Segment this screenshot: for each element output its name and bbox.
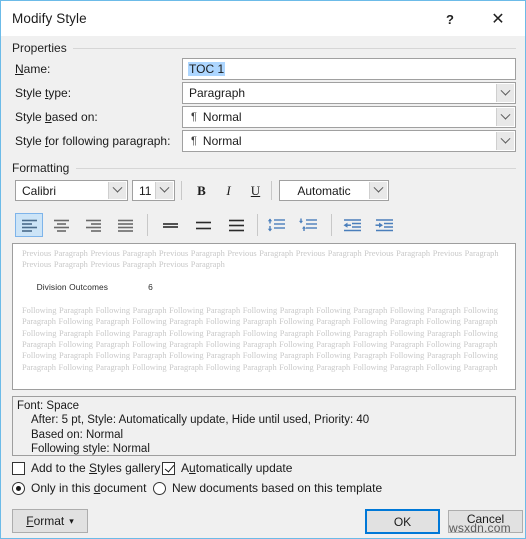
line-spacing-single-button[interactable]: [156, 213, 184, 237]
pilcrow-icon: ¶: [191, 135, 197, 147]
style-type-label: Style type:: [15, 86, 72, 100]
title-bar: Modify Style ? ✕: [1, 0, 525, 36]
line-spacing-single-icon: [162, 222, 178, 228]
align-left-icon: [21, 219, 37, 232]
help-icon[interactable]: ?: [429, 1, 471, 37]
italic-icon: I: [226, 182, 231, 198]
line-spacing-1-5-icon: [195, 221, 211, 229]
chevron-down-icon[interactable]: [369, 182, 387, 199]
description-line-1: Font: Space: [17, 400, 80, 412]
style-type-value: Paragraph: [189, 86, 246, 100]
align-left-button[interactable]: [15, 213, 43, 237]
align-right-button[interactable]: [79, 213, 107, 237]
line-spacing-1-5-button[interactable]: [189, 213, 217, 237]
font-color-select[interactable]: Automatic: [279, 180, 389, 201]
style-type-select[interactable]: Paragraph: [182, 82, 516, 104]
style-description: Font: Space After: 5 pt, Style: Automati…: [12, 396, 516, 456]
bold-icon: B: [197, 182, 206, 198]
description-line-3: Based on: Normal: [31, 428, 124, 441]
add-to-styles-gallery-label: Add to the Styles gallery: [31, 461, 161, 475]
underline-button[interactable]: U: [242, 179, 269, 202]
toolbar-separator: [271, 181, 272, 200]
properties-group-divider: [73, 48, 516, 49]
align-justify-icon: [117, 219, 133, 232]
only-in-this-document-label: Only in this document: [31, 481, 147, 495]
font-family-select[interactable]: Calibri: [15, 180, 128, 201]
style-following-select[interactable]: ¶ Normal: [182, 130, 516, 152]
add-to-styles-gallery-checkbox[interactable]: Add to the Styles gallery: [12, 461, 160, 475]
toolbar-separator: [181, 181, 182, 200]
new-documents-radio[interactable]: New documents based on this template: [153, 481, 382, 495]
bold-button[interactable]: B: [188, 179, 215, 202]
align-center-icon: [53, 219, 69, 232]
decrease-indent-icon: [343, 218, 361, 231]
align-right-icon: [85, 219, 101, 232]
watermark: wsxdn.com: [449, 521, 511, 535]
name-input[interactable]: TOC 1: [182, 58, 516, 80]
checkbox-checked-icon[interactable]: [162, 461, 175, 475]
preview-sample-text: Division Outcomes: [36, 281, 109, 292]
preview-sample-page: 6: [148, 281, 153, 292]
decrease-indent-button[interactable]: [338, 213, 366, 237]
increase-indent-button[interactable]: [370, 213, 398, 237]
preview-following-paragraph: Following Paragraph Following Paragraph …: [22, 305, 498, 372]
radio-selected-icon[interactable]: [12, 481, 25, 495]
style-based-on-label: Style based on:: [15, 110, 98, 124]
align-center-button[interactable]: [47, 213, 75, 237]
line-spacing-double-button[interactable]: [222, 213, 250, 237]
chevron-down-icon[interactable]: [108, 182, 126, 199]
style-following-value: Normal: [202, 134, 242, 148]
close-icon[interactable]: ✕: [477, 1, 519, 37]
decrease-paragraph-spacing-button[interactable]: [263, 213, 291, 237]
modify-style-dialog: Modify Style ? ✕ Properties Name: TOC 1 …: [0, 0, 526, 539]
line-spacing-double-icon: [228, 219, 244, 231]
font-size-select[interactable]: 11: [132, 180, 175, 201]
style-preview-pane: Previous Paragraph Previous Paragraph Pr…: [12, 243, 516, 390]
chevron-down-icon[interactable]: [155, 182, 173, 199]
preview-previous-paragraph: Previous Paragraph Previous Paragraph Pr…: [22, 249, 499, 270]
new-documents-label: New documents based on this template: [172, 481, 383, 495]
name-label: Name:: [15, 62, 51, 76]
format-button[interactable]: Format ▾: [12, 509, 88, 533]
font-size-value: 11: [139, 183, 152, 198]
toolbar-separator: [257, 214, 258, 236]
formatting-group-divider: [76, 168, 516, 169]
style-following-label: Style for following paragraph:: [15, 134, 171, 148]
name-input-value: TOC 1: [188, 62, 226, 76]
increase-indent-icon: [375, 218, 393, 231]
toolbar-separator: [331, 214, 332, 236]
style-based-on-value: Normal: [202, 110, 242, 124]
automatically-update-checkbox[interactable]: Automatically update: [162, 461, 292, 475]
increase-spacing-icon: [299, 218, 317, 231]
properties-group-label: Properties: [12, 41, 73, 55]
checkbox-icon[interactable]: [12, 461, 25, 475]
chevron-down-icon[interactable]: [496, 132, 514, 150]
font-color-value: Automatic: [297, 183, 351, 198]
description-line-4: Following style: Normal: [31, 443, 150, 456]
description-line-2: After: 5 pt, Style: Automatically update…: [31, 414, 370, 427]
formatting-group-label: Formatting: [12, 161, 76, 175]
style-based-on-select[interactable]: ¶ Normal: [182, 106, 516, 128]
automatically-update-label: Automatically update: [181, 461, 293, 475]
font-family-value: Calibri: [22, 183, 57, 198]
align-justify-button[interactable]: [111, 213, 139, 237]
pilcrow-icon: ¶: [191, 111, 197, 123]
radio-icon[interactable]: [153, 481, 166, 495]
increase-paragraph-spacing-button[interactable]: [295, 213, 323, 237]
toolbar-separator: [147, 214, 148, 236]
chevron-down-icon[interactable]: [496, 108, 514, 126]
format-button-label: Format: [26, 514, 65, 528]
preview-sample-line: Division Outcomes 6: [13, 271, 515, 302]
only-in-this-document-radio[interactable]: Only in this document: [12, 481, 146, 495]
dialog-title: Modify Style: [12, 11, 87, 26]
underline-icon: U: [250, 182, 261, 198]
decrease-spacing-icon: [267, 218, 285, 232]
italic-button[interactable]: I: [215, 179, 242, 202]
ok-button[interactable]: OK: [365, 509, 440, 534]
caret-down-icon: ▾: [69, 515, 74, 526]
ok-button-label: OK: [393, 514, 412, 529]
chevron-down-icon[interactable]: [496, 84, 514, 102]
